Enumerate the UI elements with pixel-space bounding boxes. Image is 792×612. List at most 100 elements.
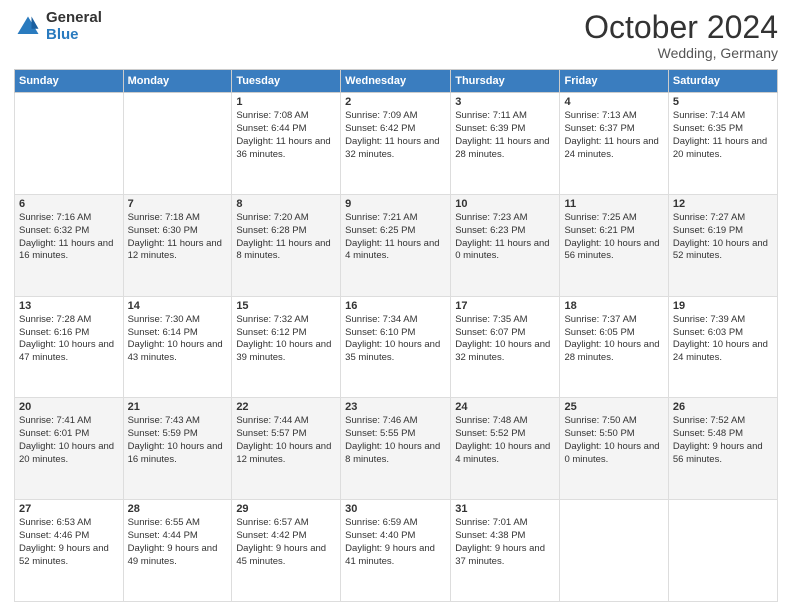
logo-icon — [14, 13, 42, 41]
day-info: Sunrise: 7:27 AM Sunset: 6:19 PM Dayligh… — [673, 212, 773, 263]
day-number: 1 — [236, 96, 336, 108]
day-number: 23 — [345, 401, 446, 413]
day-info: Sunrise: 7:34 AM Sunset: 6:10 PM Dayligh… — [345, 314, 446, 365]
day-number: 7 — [128, 198, 228, 210]
day-number: 12 — [673, 198, 773, 210]
calendar-week-row: 1 Sunrise: 7:08 AM Sunset: 6:44 PM Daylig… — [15, 93, 778, 195]
calendar-cell: 15 Sunrise: 7:32 AM Sunset: 6:12 PM Dayli… — [232, 296, 341, 398]
calendar-cell: 7 Sunrise: 7:18 AM Sunset: 6:30 PM Daylig… — [123, 194, 232, 296]
calendar-cell: 6Sunrise: 7:16 AM Sunset: 6:32 PM Daylig… — [15, 194, 124, 296]
day-info: Sunrise: 7:16 AM Sunset: 6:32 PM Dayligh… — [19, 212, 119, 263]
calendar-cell: 24 Sunrise: 7:48 AM Sunset: 5:52 PM Dayli… — [451, 398, 560, 500]
calendar-week-row: 6Sunrise: 7:16 AM Sunset: 6:32 PM Daylig… — [15, 194, 778, 296]
calendar-cell — [123, 93, 232, 195]
calendar-cell: 5Sunrise: 7:14 AM Sunset: 6:35 PM Daylig… — [668, 93, 777, 195]
calendar-cell: 22 Sunrise: 7:44 AM Sunset: 5:57 PM Dayli… — [232, 398, 341, 500]
header-right: October 2024 Wedding, Germany — [584, 10, 778, 61]
header: General Blue October 2024 Wedding, Germa… — [14, 10, 778, 61]
day-info: Sunrise: 7:13 AM Sunset: 6:37 PM Dayligh… — [564, 110, 663, 161]
calendar-week-row: 13 Sunrise: 7:28 AM Sunset: 6:16 PM Dayli… — [15, 296, 778, 398]
calendar-week-row: 20Sunrise: 7:41 AM Sunset: 6:01 PM Dayli… — [15, 398, 778, 500]
calendar-cell: 30 Sunrise: 6:59 AM Sunset: 4:40 PM Dayli… — [341, 500, 451, 602]
day-number: 30 — [345, 503, 446, 515]
calendar-cell: 21Sunrise: 7:43 AM Sunset: 5:59 PM Dayli… — [123, 398, 232, 500]
calendar-cell: 29Sunrise: 6:57 AM Sunset: 4:42 PM Dayli… — [232, 500, 341, 602]
day-info: Sunrise: 7:37 AM Sunset: 6:05 PM Dayligh… — [564, 314, 663, 365]
calendar-cell — [560, 500, 668, 602]
calendar-cell: 9 Sunrise: 7:21 AM Sunset: 6:25 PM Daylig… — [341, 194, 451, 296]
calendar: SundayMondayTuesdayWednesdayThursdayFrid… — [14, 69, 778, 602]
day-number: 27 — [19, 503, 119, 515]
day-number: 18 — [564, 300, 663, 312]
calendar-cell — [15, 93, 124, 195]
day-info: Sunrise: 6:55 AM Sunset: 4:44 PM Dayligh… — [128, 517, 228, 568]
day-info: Sunrise: 7:43 AM Sunset: 5:59 PM Dayligh… — [128, 415, 228, 466]
day-number: 9 — [345, 198, 446, 210]
day-number: 10 — [455, 198, 555, 210]
calendar-cell — [668, 500, 777, 602]
day-of-week-header: Tuesday — [232, 70, 341, 93]
calendar-cell: 19 Sunrise: 7:39 AM Sunset: 6:03 PM Dayli… — [668, 296, 777, 398]
day-info: Sunrise: 7:14 AM Sunset: 6:35 PM Dayligh… — [673, 110, 773, 161]
day-number: 28 — [128, 503, 228, 515]
day-info: Sunrise: 7:08 AM Sunset: 6:44 PM Dayligh… — [236, 110, 336, 161]
day-number: 20 — [19, 401, 119, 413]
calendar-cell: 20Sunrise: 7:41 AM Sunset: 6:01 PM Dayli… — [15, 398, 124, 500]
calendar-cell: 12 Sunrise: 7:27 AM Sunset: 6:19 PM Dayli… — [668, 194, 777, 296]
day-of-week-header: Monday — [123, 70, 232, 93]
calendar-cell: 16 Sunrise: 7:34 AM Sunset: 6:10 PM Dayli… — [341, 296, 451, 398]
calendar-cell: 25Sunrise: 7:50 AM Sunset: 5:50 PM Dayli… — [560, 398, 668, 500]
month-title: October 2024 — [584, 10, 778, 45]
day-info: Sunrise: 6:53 AM Sunset: 4:46 PM Dayligh… — [19, 517, 119, 568]
calendar-header-row: SundayMondayTuesdayWednesdayThursdayFrid… — [15, 70, 778, 93]
location: Wedding, Germany — [584, 45, 778, 61]
day-number: 13 — [19, 300, 119, 312]
calendar-cell: 27 Sunrise: 6:53 AM Sunset: 4:46 PM Dayli… — [15, 500, 124, 602]
day-number: 29 — [236, 503, 336, 515]
day-info: Sunrise: 7:11 AM Sunset: 6:39 PM Dayligh… — [455, 110, 555, 161]
day-number: 4 — [564, 96, 663, 108]
calendar-cell: 26Sunrise: 7:52 AM Sunset: 5:48 PM Dayli… — [668, 398, 777, 500]
calendar-cell: 13 Sunrise: 7:28 AM Sunset: 6:16 PM Dayli… — [15, 296, 124, 398]
day-info: Sunrise: 7:21 AM Sunset: 6:25 PM Dayligh… — [345, 212, 446, 263]
day-info: Sunrise: 7:32 AM Sunset: 6:12 PM Dayligh… — [236, 314, 336, 365]
day-info: Sunrise: 7:28 AM Sunset: 6:16 PM Dayligh… — [19, 314, 119, 365]
day-info: Sunrise: 7:44 AM Sunset: 5:57 PM Dayligh… — [236, 415, 336, 466]
day-info: Sunrise: 7:23 AM Sunset: 6:23 PM Dayligh… — [455, 212, 555, 263]
day-number: 8 — [236, 198, 336, 210]
day-info: Sunrise: 7:50 AM Sunset: 5:50 PM Dayligh… — [564, 415, 663, 466]
calendar-cell: 1 Sunrise: 7:08 AM Sunset: 6:44 PM Daylig… — [232, 93, 341, 195]
day-info: Sunrise: 7:01 AM Sunset: 4:38 PM Dayligh… — [455, 517, 555, 568]
day-info: Sunrise: 7:18 AM Sunset: 6:30 PM Dayligh… — [128, 212, 228, 263]
day-info: Sunrise: 6:59 AM Sunset: 4:40 PM Dayligh… — [345, 517, 446, 568]
day-number: 14 — [128, 300, 228, 312]
day-of-week-header: Saturday — [668, 70, 777, 93]
day-number: 15 — [236, 300, 336, 312]
day-number: 31 — [455, 503, 555, 515]
day-number: 24 — [455, 401, 555, 413]
logo-blue: Blue — [46, 27, 102, 44]
logo: General Blue — [14, 10, 102, 43]
day-number: 26 — [673, 401, 773, 413]
calendar-week-row: 27 Sunrise: 6:53 AM Sunset: 4:46 PM Dayli… — [15, 500, 778, 602]
calendar-cell: 2Sunrise: 7:09 AM Sunset: 6:42 PM Daylig… — [341, 93, 451, 195]
calendar-cell: 14Sunrise: 7:30 AM Sunset: 6:14 PM Dayli… — [123, 296, 232, 398]
day-info: Sunrise: 7:20 AM Sunset: 6:28 PM Dayligh… — [236, 212, 336, 263]
day-info: Sunrise: 7:39 AM Sunset: 6:03 PM Dayligh… — [673, 314, 773, 365]
day-info: Sunrise: 7:25 AM Sunset: 6:21 PM Dayligh… — [564, 212, 663, 263]
day-of-week-header: Wednesday — [341, 70, 451, 93]
day-of-week-header: Thursday — [451, 70, 560, 93]
day-info: Sunrise: 7:35 AM Sunset: 6:07 PM Dayligh… — [455, 314, 555, 365]
day-number: 19 — [673, 300, 773, 312]
calendar-cell: 10 Sunrise: 7:23 AM Sunset: 6:23 PM Dayli… — [451, 194, 560, 296]
calendar-cell: 11Sunrise: 7:25 AM Sunset: 6:21 PM Dayli… — [560, 194, 668, 296]
logo-general: General — [46, 10, 102, 27]
day-number: 16 — [345, 300, 446, 312]
day-info: Sunrise: 7:09 AM Sunset: 6:42 PM Dayligh… — [345, 110, 446, 161]
calendar-cell: 17Sunrise: 7:35 AM Sunset: 6:07 PM Dayli… — [451, 296, 560, 398]
day-info: Sunrise: 7:48 AM Sunset: 5:52 PM Dayligh… — [455, 415, 555, 466]
calendar-cell: 18 Sunrise: 7:37 AM Sunset: 6:05 PM Dayli… — [560, 296, 668, 398]
calendar-cell: 4 Sunrise: 7:13 AM Sunset: 6:37 PM Daylig… — [560, 93, 668, 195]
logo-text: General Blue — [46, 10, 102, 43]
day-number: 22 — [236, 401, 336, 413]
